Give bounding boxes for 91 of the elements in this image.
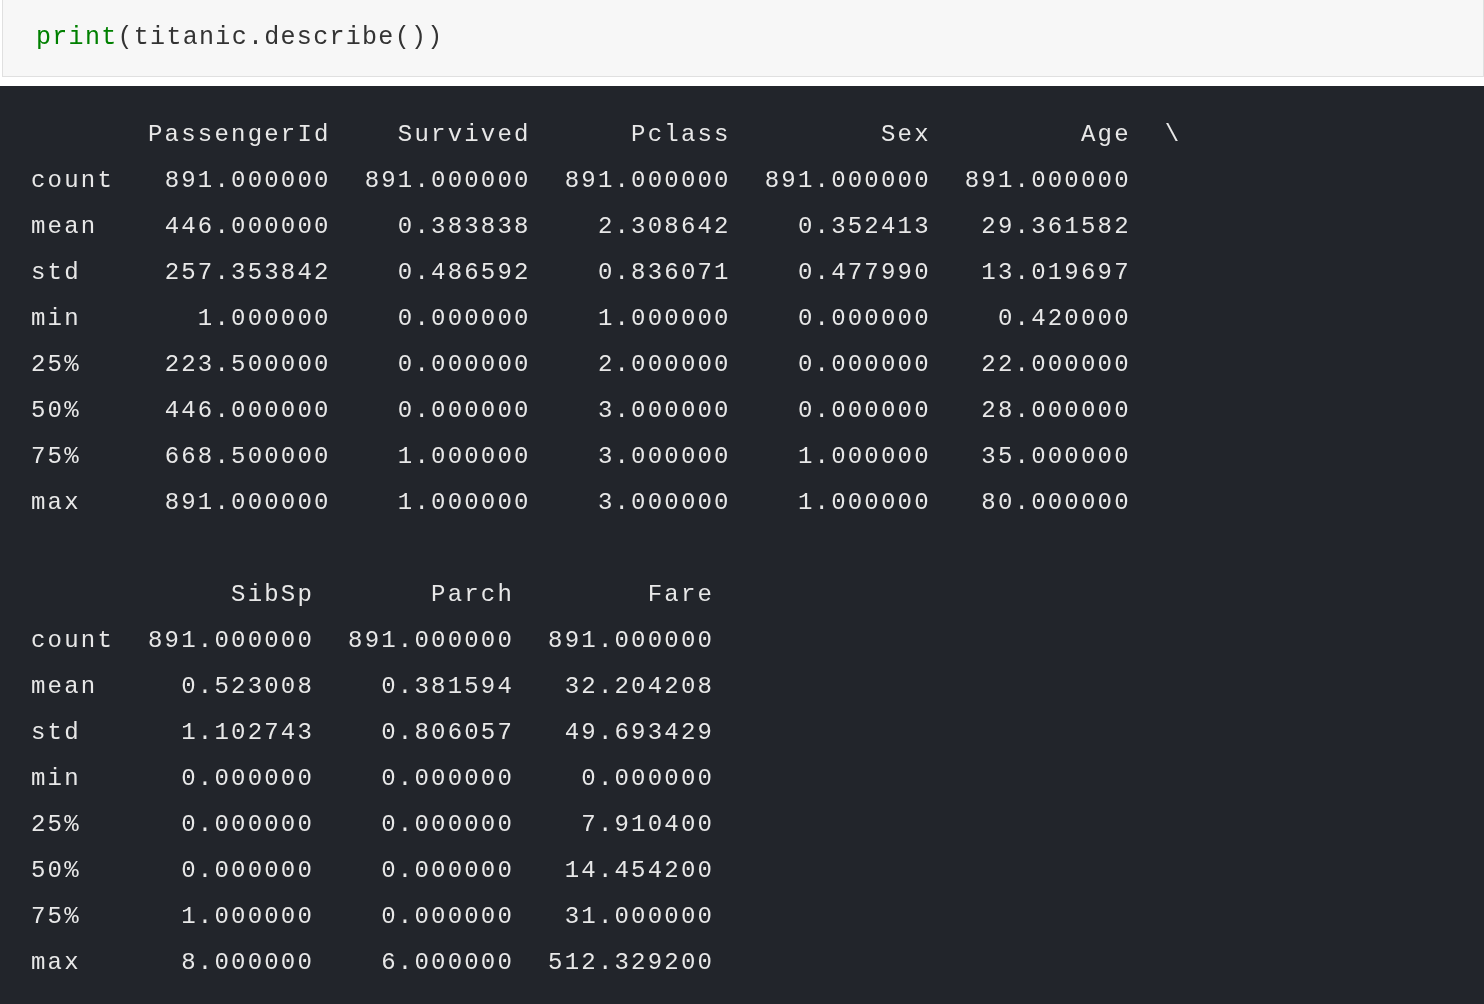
table-cell-text: 891.000000 bbox=[548, 626, 715, 656]
column-header: Parch bbox=[430, 580, 515, 610]
table-cell-text: 80.000000 bbox=[980, 488, 1131, 518]
table-cell-text: 1.000000 bbox=[796, 442, 931, 472]
table-cell-text: 446.000000 bbox=[163, 396, 331, 426]
row-label: min bbox=[31, 304, 82, 334]
table-cell-text: 0.000000 bbox=[796, 396, 931, 426]
table-cell-text: 0.000000 bbox=[180, 810, 315, 840]
table-cell-text: 0.383838 bbox=[396, 212, 531, 242]
table-cell-text: 49.693429 bbox=[563, 718, 715, 748]
table-cell-text: 891.000000 bbox=[348, 626, 515, 656]
table-cell-text: 0.381594 bbox=[380, 672, 515, 702]
line-continuation-mark: \ bbox=[1164, 120, 1182, 150]
row-label: 50% bbox=[31, 856, 82, 886]
table-cell-text: 13.019697 bbox=[980, 258, 1131, 288]
table-cell-text: 0.000000 bbox=[396, 304, 531, 334]
row-label: max bbox=[31, 948, 82, 978]
table-cell-text: 0.523008 bbox=[180, 672, 315, 702]
table-cell-text: 1.102743 bbox=[180, 718, 315, 748]
table-cell-text: 0.000000 bbox=[396, 396, 531, 426]
table-cell-text: 891.000000 bbox=[163, 166, 331, 196]
table-cell-text: 2.308642 bbox=[596, 212, 731, 242]
table-cell-text: 0.000000 bbox=[380, 856, 515, 886]
table-cell-text: 512.329200 bbox=[548, 948, 715, 978]
table-cell-text: 0.000000 bbox=[380, 902, 515, 932]
table-cell-text: 3.000000 bbox=[596, 442, 731, 472]
table-cell-text: 668.500000 bbox=[163, 442, 331, 472]
column-header: Sex bbox=[879, 120, 931, 150]
table-cell-text: 35.000000 bbox=[980, 442, 1131, 472]
table-cell-text: 0.486592 bbox=[396, 258, 531, 288]
row-label: count bbox=[31, 166, 114, 196]
table-cell-text: 0.000000 bbox=[180, 764, 315, 794]
table-cell-text: 0.000000 bbox=[796, 350, 931, 380]
table-cell-text: 223.500000 bbox=[163, 350, 331, 380]
table-cell-text: 2.000000 bbox=[596, 350, 731, 380]
table-cell-text: 0.477990 bbox=[796, 258, 931, 288]
table-cell-text: 891.000000 bbox=[564, 166, 731, 196]
table-cell-text: 1.000000 bbox=[196, 304, 331, 334]
column-header: Survived bbox=[396, 120, 531, 150]
table-cell-text: 1.000000 bbox=[796, 488, 931, 518]
row-label: 75% bbox=[31, 902, 82, 932]
table-cell-text: 0.000000 bbox=[180, 856, 315, 886]
code-line: print(titanic.describe()) bbox=[36, 22, 445, 54]
table-cell-text: 32.204208 bbox=[563, 672, 715, 702]
column-header: PassengerId bbox=[148, 120, 331, 150]
table-cell-text: 1.000000 bbox=[396, 442, 531, 472]
table-cell-text: 28.000000 bbox=[980, 396, 1131, 426]
row-label: mean bbox=[31, 672, 99, 702]
table-cell-text: 0.836071 bbox=[596, 258, 731, 288]
table-cell-text: 446.000000 bbox=[163, 212, 331, 242]
row-label: 25% bbox=[31, 350, 82, 380]
table-cell-text: 0.000000 bbox=[396, 350, 531, 380]
table-cell-text: 891.000000 bbox=[964, 166, 1131, 196]
table-cell-text: 0.000000 bbox=[380, 764, 515, 794]
row-label: std bbox=[31, 258, 82, 288]
row-label: count bbox=[31, 626, 114, 656]
table-cell-text: 891.000000 bbox=[764, 166, 931, 196]
table-cell-text: 3.000000 bbox=[596, 396, 731, 426]
column-header: Age bbox=[1079, 120, 1131, 150]
row-label: 75% bbox=[31, 442, 82, 472]
table-cell-text: 0.420000 bbox=[996, 304, 1131, 334]
column-header: Pclass bbox=[630, 120, 731, 150]
row-label: mean bbox=[31, 212, 99, 242]
row-label: 25% bbox=[31, 810, 82, 840]
table-cell-text: 0.000000 bbox=[380, 810, 515, 840]
row-label: max bbox=[31, 488, 82, 518]
table-cell-text: 0.000000 bbox=[796, 304, 931, 334]
table-cell-text: 1.000000 bbox=[180, 902, 315, 932]
table-cell-text: 0.000000 bbox=[580, 764, 715, 794]
code-cell[interactable]: print(titanic.describe()) bbox=[2, 0, 1484, 77]
table-cell-text: 14.454200 bbox=[563, 856, 715, 886]
table-cell-text: 1.000000 bbox=[596, 304, 731, 334]
table-cell-text: 31.000000 bbox=[563, 902, 715, 932]
row-label: std bbox=[31, 718, 82, 748]
table-cell-text: 0.352413 bbox=[796, 212, 931, 242]
column-header: Fare bbox=[646, 580, 715, 610]
table-cell-text: 22.000000 bbox=[980, 350, 1131, 380]
table-cell-text: 7.910400 bbox=[580, 810, 715, 840]
row-label: min bbox=[31, 764, 82, 794]
table-cell-text: 891.000000 bbox=[364, 166, 531, 196]
table-cell-text: 1.000000 bbox=[396, 488, 531, 518]
column-header: SibSp bbox=[230, 580, 315, 610]
table-cell-text: 891.000000 bbox=[148, 626, 315, 656]
row-label: 50% bbox=[31, 396, 82, 426]
table-cell-text: 29.361582 bbox=[980, 212, 1131, 242]
table-cell-text: 8.000000 bbox=[180, 948, 315, 978]
table-cell-text: 0.806057 bbox=[380, 718, 515, 748]
table-cell-text: 257.353842 bbox=[163, 258, 331, 288]
table-cell-text: 3.000000 bbox=[596, 488, 731, 518]
table-cell-text: 891.000000 bbox=[163, 488, 331, 518]
table-cell-text: 6.000000 bbox=[380, 948, 515, 978]
